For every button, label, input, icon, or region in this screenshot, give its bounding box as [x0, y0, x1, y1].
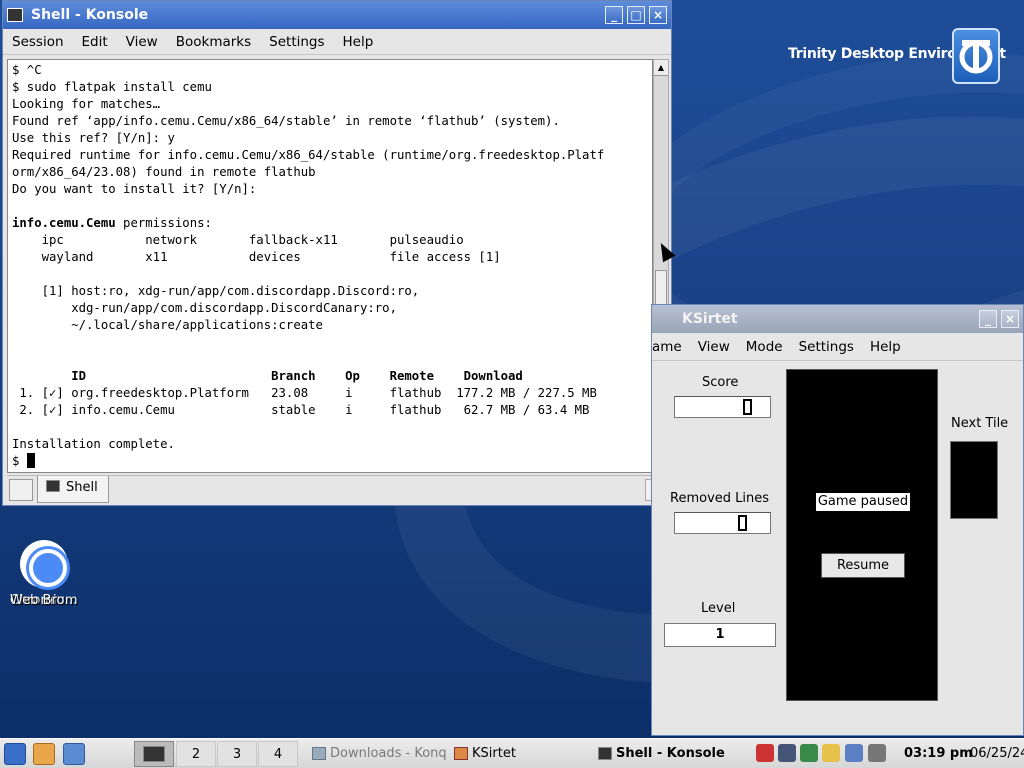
next-tile-preview [950, 441, 998, 519]
lcd-digit [738, 515, 747, 531]
permissions-line: wayland x11 devices file access [1] [12, 250, 501, 264]
desktop-3-button[interactable]: 3 [217, 741, 257, 767]
score-display [674, 396, 771, 418]
game-paused-message: Game paused [815, 492, 911, 512]
tab-shell[interactable]: Shell [37, 476, 109, 503]
menu-settings[interactable]: Settings [791, 339, 862, 355]
menu-session[interactable]: Session [3, 34, 73, 50]
chromium-icon [20, 540, 68, 588]
terminal-line: Required runtime for info.cemu.Cemu/x86_… [12, 148, 605, 162]
terminal-line: Use this ref? [Y/n]: y [12, 131, 175, 145]
level-label: Level [701, 601, 736, 616]
ksirtet-window: KSirtet _ × ame View Mode Settings Help … [651, 304, 1024, 736]
terminal-line: Installation complete. [12, 437, 175, 451]
konsole-titlebar[interactable]: Shell - Konsole _ □ × [3, 1, 671, 29]
menu-view[interactable]: View [690, 339, 738, 355]
resume-label: Resume [836, 558, 890, 573]
terminal-icon [46, 480, 60, 492]
table-row: 2. [✓] info.cemu.Cemu stable i flathub 6… [12, 403, 590, 417]
level-display: 1 [664, 623, 776, 647]
tray-update-icon[interactable] [800, 744, 818, 762]
task-label: KSirtet [472, 746, 516, 761]
window-title: KSirtet [682, 311, 738, 327]
task-label: Shell - Konsole [616, 746, 725, 761]
lcd-digit [743, 399, 752, 415]
desktop-4-button[interactable]: 4 [258, 741, 298, 767]
terminal-icon [143, 746, 165, 762]
menu-help[interactable]: Help [334, 34, 383, 50]
permissions-line: ipc network fallback-x11 pulseaudio [12, 233, 464, 247]
desktop-icon-chromium[interactable]: Chromium Web Bro… [6, 540, 82, 608]
permissions-heading: permissions: [115, 216, 212, 230]
permissions-app-id: info.cemu.Cemu [12, 216, 116, 230]
terminal-icon [598, 747, 612, 760]
permissions-line: ~/.local/share/applications:create [12, 318, 323, 332]
ksirtet-icon [454, 747, 468, 760]
konsole-menubar: Session Edit View Bookmarks Settings Hel… [3, 29, 671, 55]
tray-alert-icon[interactable] [756, 744, 774, 762]
taskbar: 2 3 4 Downloads - Konq KSirtet Shell - K… [0, 738, 1024, 768]
date[interactable]: 06/25/24 [970, 746, 1024, 761]
minimize-button[interactable]: _ [979, 310, 997, 328]
window-title: Shell - Konsole [31, 7, 149, 23]
tray-display-icon[interactable] [778, 744, 796, 762]
task-downloads[interactable]: Downloads - Konq [310, 742, 448, 766]
menu-game[interactable]: ame [632, 339, 690, 355]
ksirtet-titlebar[interactable]: KSirtet _ × [652, 305, 1023, 333]
removed-lines-display [674, 512, 771, 534]
terminal-icon [7, 8, 23, 22]
desktop-1-button[interactable] [134, 741, 174, 767]
permissions-line: [1] host:ro, xdg-run/app/com.discordapp.… [12, 284, 420, 298]
task-ksirtet[interactable]: KSirtet [452, 742, 552, 766]
folder-icon [312, 747, 326, 760]
table-header: ID Branch Op Remote Download [12, 369, 523, 383]
score-label: Score [702, 375, 739, 390]
close-button[interactable]: × [1001, 310, 1019, 328]
home-icon[interactable] [33, 743, 55, 765]
game-board[interactable]: Game paused Resume [786, 369, 938, 701]
terminal-output[interactable]: $ ^C $ sudo flatpak install cemu Looking… [7, 59, 653, 473]
table-row: 1. [✓] org.freedesktop.Platform 23.08 i … [12, 386, 597, 400]
tray-calendar-icon[interactable] [845, 744, 863, 762]
terminal-line: Looking for matches… [12, 97, 161, 111]
menu-bookmarks[interactable]: Bookmarks [167, 34, 260, 50]
tab-label: Shell [66, 480, 98, 495]
new-tab-button[interactable] [9, 479, 33, 501]
desktop-2-button[interactable]: 2 [176, 741, 216, 767]
terminal-prompt: $ [12, 454, 27, 468]
minimize-button[interactable]: _ [605, 6, 623, 24]
terminal-line: Found ref ‘app/info.cemu.Cemu/x86_64/sta… [12, 114, 560, 128]
terminal-cursor [26, 453, 35, 468]
permissions-line: xdg-run/app/com.discordapp.DiscordCanary… [12, 301, 397, 315]
terminal-line: $ ^C [12, 63, 42, 77]
tde-logo-icon [952, 28, 1000, 84]
menu-view[interactable]: View [117, 34, 167, 50]
menu-settings[interactable]: Settings [260, 34, 333, 50]
close-button[interactable]: × [649, 6, 667, 24]
terminal-line: Do you want to install it? [Y/n]: [12, 182, 257, 196]
task-konsole[interactable]: Shell - Konsole [596, 742, 746, 766]
scroll-up-arrow[interactable]: ▲ [654, 60, 668, 76]
desktop-icon-label: Web Bro… [10, 593, 78, 608]
maximize-button[interactable]: □ [627, 6, 645, 24]
tray-keyboard-icon[interactable] [822, 744, 840, 762]
network-icon[interactable] [63, 743, 85, 765]
konsole-window: Shell - Konsole _ □ × Session Edit View … [2, 0, 672, 506]
tray-volume-icon[interactable] [868, 744, 886, 762]
terminal-line: orm/x86_64/23.08) found in remote flathu… [12, 165, 316, 179]
next-tile-label: Next Tile [951, 416, 1009, 431]
trinity-menu-icon[interactable] [4, 743, 26, 765]
menu-mode[interactable]: Mode [738, 339, 791, 355]
terminal-line: $ sudo flatpak install cemu [12, 80, 212, 94]
terminal-text: $ ^C $ sudo flatpak install cemu Looking… [12, 62, 648, 470]
menu-help[interactable]: Help [862, 339, 909, 355]
removed-lines-label: Removed Lines [670, 491, 770, 506]
resume-button[interactable]: Resume [821, 553, 905, 578]
menu-edit[interactable]: Edit [73, 34, 117, 50]
ksirtet-menubar: ame View Mode Settings Help [652, 333, 1023, 361]
task-label: Downloads - Konq [330, 746, 447, 761]
clock[interactable]: 03:19 pm [904, 746, 973, 761]
konsole-tabbar: Shell [7, 475, 669, 503]
